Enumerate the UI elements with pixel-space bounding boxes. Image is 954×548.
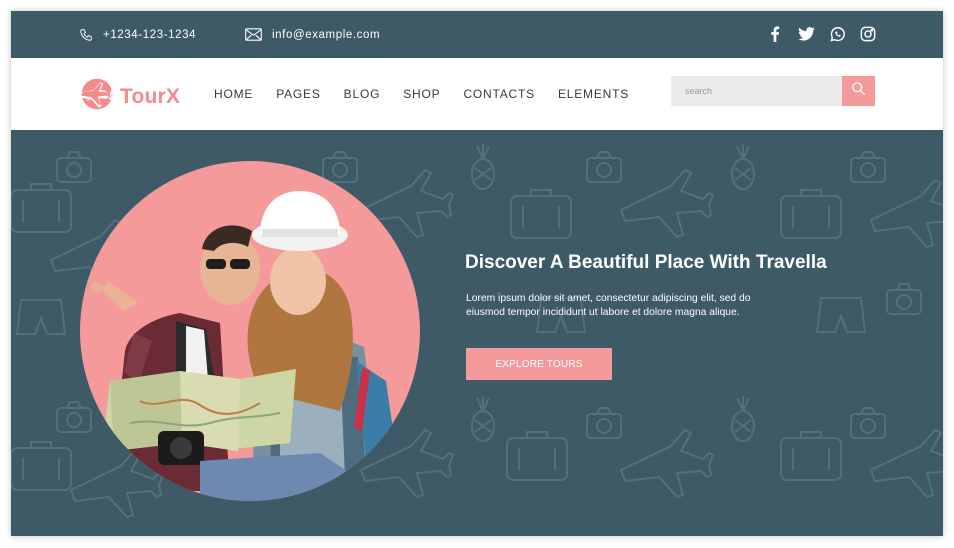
phone-contact[interactable]: +1234-123-1234 — [79, 11, 196, 58]
top-bar: +1234-123-1234 info@example.com — [11, 11, 943, 58]
brand-logo[interactable]: TourX — [79, 76, 180, 117]
nav-item-elements[interactable]: ELEMENTS — [558, 87, 629, 101]
search-button[interactable] — [842, 76, 875, 106]
nav-menu: HOME PAGES BLOG SHOP CONTACTS ELEMENTS — [214, 58, 629, 130]
main-navbar: TourX HOME PAGES BLOG SHOP CONTACTS ELEM… — [11, 58, 943, 130]
explore-tours-button[interactable]: EXPLORE TOURS — [466, 348, 612, 380]
nav-item-home[interactable]: HOME — [214, 87, 253, 101]
plane-globe-icon — [79, 76, 115, 117]
hero-title: Discover A Beautiful Place With Travella — [465, 252, 827, 273]
social-links — [766, 24, 877, 44]
nav-item-shop[interactable]: SHOP — [403, 87, 440, 101]
email-contact[interactable]: info@example.com — [245, 11, 380, 58]
twitter-icon[interactable] — [797, 24, 815, 44]
website-frame: +1234-123-1234 info@example.com TourX HO… — [11, 11, 943, 536]
search-icon — [851, 81, 866, 101]
search-input[interactable] — [671, 76, 842, 106]
mail-icon — [245, 28, 262, 41]
search-box — [671, 76, 875, 106]
phone-number: +1234-123-1234 — [103, 28, 197, 41]
nav-item-blog[interactable]: BLOG — [344, 87, 381, 101]
brand-name: TourX — [120, 84, 181, 108]
instagram-icon[interactable] — [859, 24, 877, 44]
hero-description: Lorem ipsum dolor sit amet, consectetur … — [466, 293, 751, 318]
hero-image-travel-couple — [80, 161, 420, 501]
facebook-icon[interactable] — [766, 24, 784, 44]
email-address: info@example.com — [272, 28, 381, 41]
whatsapp-icon[interactable] — [828, 24, 846, 44]
nav-item-contacts[interactable]: CONTACTS — [463, 87, 535, 101]
phone-icon — [79, 28, 93, 42]
nav-item-pages[interactable]: PAGES — [276, 87, 320, 101]
hero-section: Discover A Beautiful Place With Travella… — [11, 130, 943, 536]
